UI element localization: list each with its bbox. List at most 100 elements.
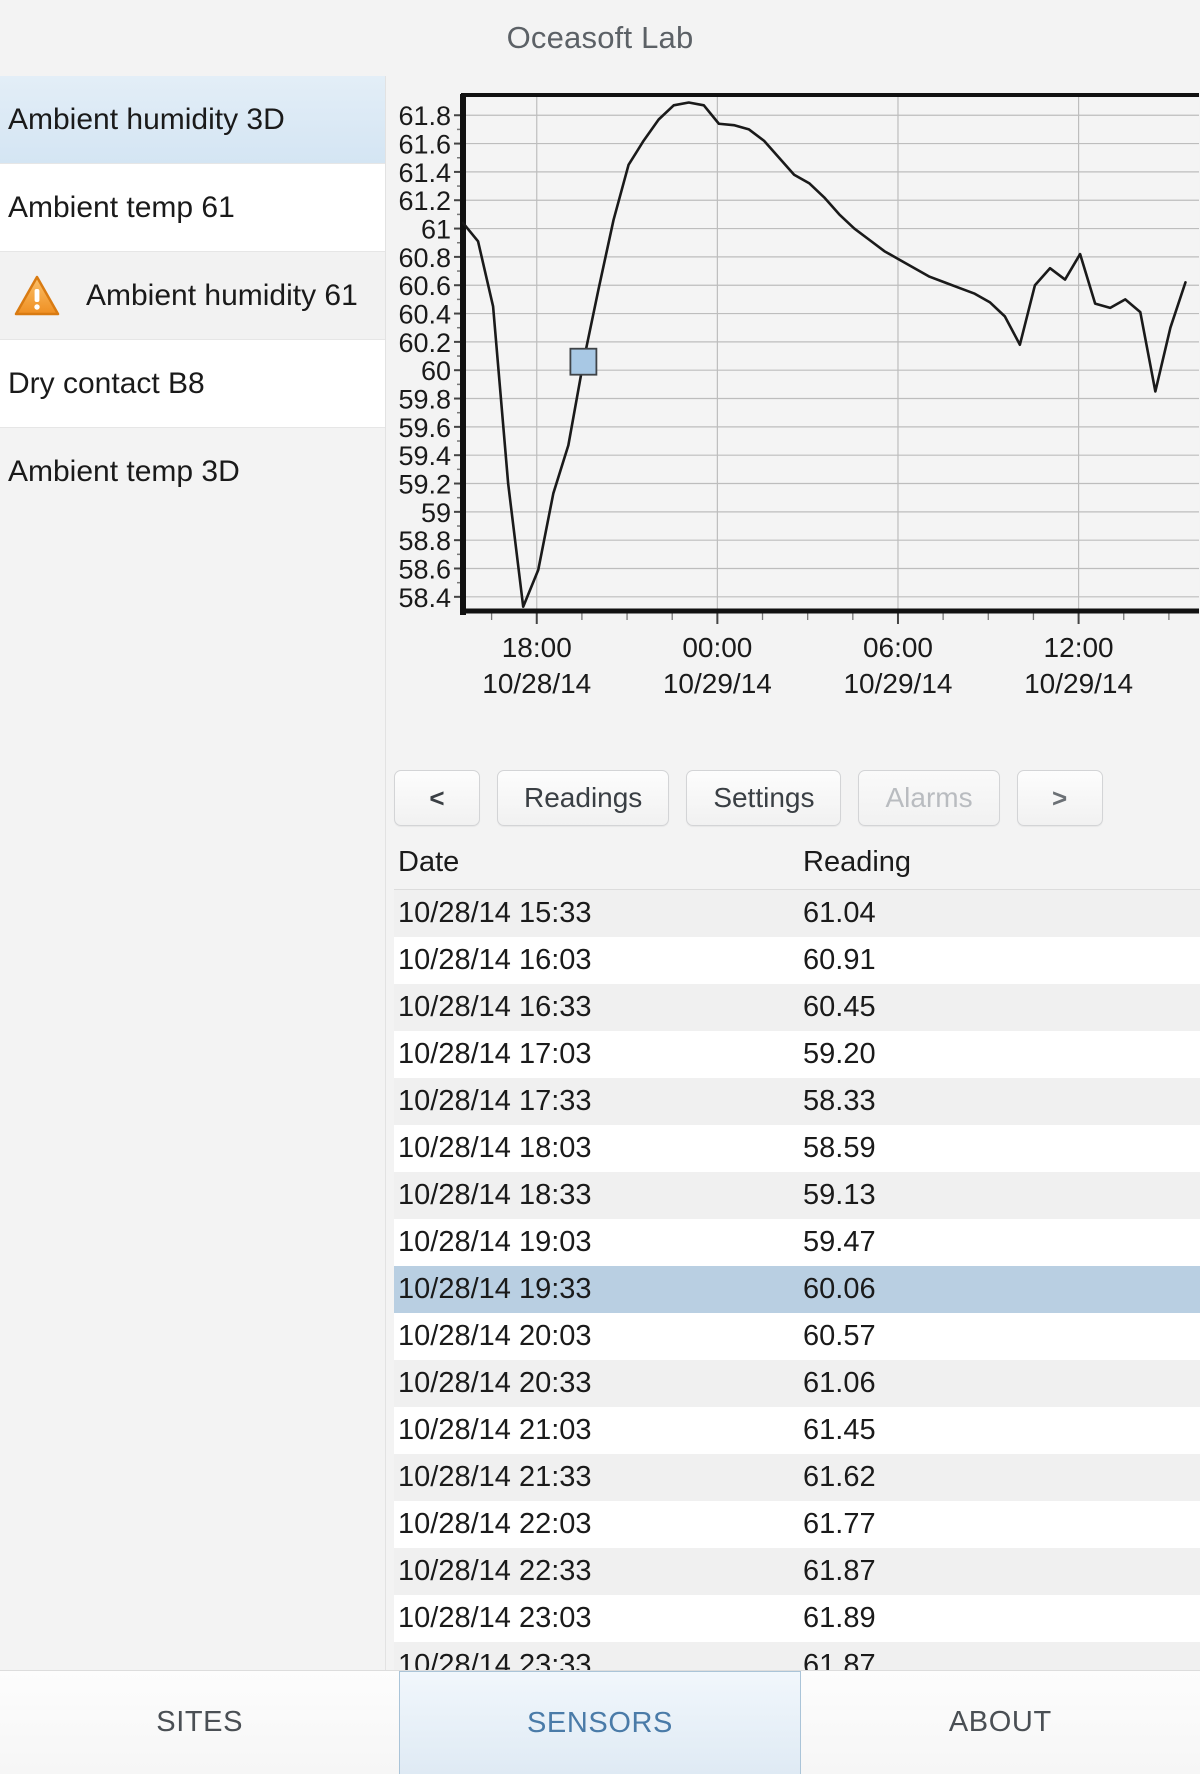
cell-reading: 60.57 (799, 1313, 1200, 1360)
table-row[interactable]: 10/28/14 21:03 61.45 (394, 1407, 1200, 1454)
cell-reading: 58.33 (799, 1078, 1200, 1125)
page-title: Oceasoft Lab (506, 20, 694, 55)
cell-reading: 59.13 (799, 1172, 1200, 1219)
chart-xtick-date: 10/29/14 (1024, 668, 1133, 699)
chart-ytick-label: 61.6 (398, 130, 451, 160)
cell-reading: 61.77 (799, 1501, 1200, 1548)
next-button[interactable]: > (1016, 770, 1103, 826)
chart-svg[interactable]: 58.458.658.85959.259.459.659.86060.260.4… (386, 88, 1200, 754)
tab-label: SENSORS (526, 1706, 673, 1739)
chart-xtick-date: 10/29/14 (843, 668, 952, 699)
sidebar-item-ambient-temp-61[interactable]: Ambient temp 61 (0, 164, 385, 252)
tab-about[interactable]: ABOUT (800, 1671, 1200, 1774)
table-row[interactable]: 10/28/14 20:03 60.57 (394, 1313, 1200, 1360)
sidebar-item-ambient-humidity-3d[interactable]: Ambient humidity 3D (0, 76, 385, 164)
chart-ytick-label: 59 (421, 498, 451, 528)
table-row[interactable]: 10/28/14 15:33 61.04 (394, 889, 1200, 937)
cell-date: 10/28/14 22:03 (394, 1501, 799, 1548)
chart-ytick-label: 59.2 (398, 470, 451, 500)
chart-ytick-label: 58.6 (398, 555, 451, 585)
chart-ytick-label: 60.6 (398, 271, 451, 301)
table-row[interactable]: 10/28/14 22:33 61.87 (394, 1548, 1200, 1595)
table-row[interactable]: 10/28/14 22:03 61.77 (394, 1501, 1200, 1548)
cell-date: 10/28/14 23:33 (394, 1642, 799, 1670)
table-row[interactable]: 10/28/14 16:33 60.45 (394, 984, 1200, 1031)
chart-ytick-label: 59.4 (398, 441, 451, 471)
cell-date: 10/28/14 21:33 (394, 1454, 799, 1501)
alarms-button[interactable]: Alarms (858, 770, 1000, 826)
chart-ytick-label: 58.8 (398, 526, 451, 556)
cell-reading: 60.45 (799, 984, 1200, 1031)
app-root: Oceasoft Lab Ambient humidity 3D Ambient … (0, 0, 1200, 1774)
cell-reading: 61.04 (799, 889, 1200, 937)
column-header-reading[interactable]: Reading (799, 840, 1200, 890)
reading-chart[interactable]: 58.4 58.6 58.8 59 59.2 59.4 59.6 59.8 60 60.2 60.4… (386, 76, 1200, 756)
bottom-tab-bar: SITES SENSORS ABOUT (0, 1670, 1200, 1774)
chart-ytick-label: 60.2 (398, 328, 451, 358)
title-bar: Oceasoft Lab (0, 0, 1200, 76)
column-header-date[interactable]: Date (394, 840, 799, 890)
chart-ytick-label: 61.2 (398, 186, 451, 216)
cell-date: 10/28/14 16:33 (394, 984, 799, 1031)
tab-sites[interactable]: SITES (0, 1671, 400, 1774)
cell-date: 10/28/14 16:03 (394, 937, 799, 984)
cell-reading: 59.20 (799, 1031, 1200, 1078)
chart-xtick-time: 12:00 (1044, 632, 1114, 663)
table-row[interactable]: 10/28/14 18:03 58.59 (394, 1125, 1200, 1172)
chart-ytick-label: 60.4 (398, 300, 451, 330)
table-row[interactable]: 10/28/14 23:33 61.87 (394, 1642, 1200, 1670)
table-header-row: Date Reading (394, 840, 1200, 890)
chart-selected-marker[interactable] (569, 347, 598, 376)
alarm-warning-icon (14, 275, 60, 317)
readings-table-container[interactable]: Date Reading 10/28/14 15:33 61.04 10/28/14… (386, 840, 1200, 1670)
chart-ytick-label: 61.8 (398, 101, 451, 131)
sidebar-item-label: Dry contact B8 (8, 366, 205, 400)
chart-ytick-label: 59.8 (398, 385, 451, 415)
readings-table: Date Reading 10/28/14 15:33 61.04 10/28/14… (394, 840, 1200, 1670)
table-row[interactable]: 10/28/14 17:33 58.33 (394, 1078, 1200, 1125)
readings-button[interactable]: Readings (497, 770, 670, 826)
chart-xtick-date: 10/28/14 (482, 668, 591, 699)
sidebar-item-dry-contact-b8[interactable]: Dry contact B8 (0, 340, 385, 428)
body-container: Ambient humidity 3D Ambient temp 61 Ambien… (0, 76, 1200, 1670)
table-row[interactable]: 10/28/14 19:33 60.06 (394, 1266, 1200, 1313)
cell-reading: 61.87 (799, 1642, 1200, 1670)
tab-label: ABOUT (948, 1706, 1052, 1738)
chart-ytick-label: 61 (421, 215, 451, 245)
table-row[interactable]: 10/28/14 18:33 59.13 (394, 1172, 1200, 1219)
table-row[interactable]: 10/28/14 16:03 60.91 (394, 937, 1200, 984)
sidebar-item-label: Ambient temp 3D (8, 455, 240, 488)
sidebar-item-label: Ambient temp 61 (8, 190, 235, 224)
sidebar-item-ambient-humidity-61[interactable]: Ambient humidity 61 (0, 252, 385, 340)
cell-date: 10/28/14 19:03 (394, 1219, 799, 1266)
sidebar-item-label: Ambient humidity 61 (86, 278, 358, 312)
cell-date: 10/28/14 20:33 (394, 1360, 799, 1407)
cell-reading: 60.06 (799, 1266, 1200, 1313)
chart-xtick-time: 18:00 (502, 632, 572, 663)
prev-button[interactable]: < (394, 770, 480, 826)
chart-ytick-label: 60 (421, 356, 451, 386)
detail-panel: 58.4 58.6 58.8 59 59.2 59.4 59.6 59.8 60 60.2 60.4… (386, 76, 1200, 1670)
table-row[interactable]: 10/28/14 19:03 59.47 (394, 1219, 1200, 1266)
cell-reading: 61.89 (799, 1595, 1200, 1642)
cell-reading: 61.62 (799, 1454, 1200, 1501)
sidebar-item-ambient-temp-3d[interactable]: Ambient temp 3D (0, 428, 385, 516)
cell-reading: 61.45 (799, 1407, 1200, 1454)
cell-date: 10/28/14 18:33 (394, 1172, 799, 1219)
chart-xtick-time: 06:00 (863, 632, 933, 663)
tab-sensors[interactable]: SENSORS (399, 1671, 801, 1774)
table-row[interactable]: 10/28/14 21:33 61.62 (394, 1454, 1200, 1501)
chart-toolbar: < Readings Settings Alarms > (386, 756, 1200, 840)
chart-ytick-label: 59.6 (398, 413, 451, 443)
cell-date: 10/28/14 17:03 (394, 1031, 799, 1078)
cell-reading: 60.91 (799, 937, 1200, 984)
table-row[interactable]: 10/28/14 17:03 59.20 (394, 1031, 1200, 1078)
cell-date: 10/28/14 23:03 (394, 1595, 799, 1642)
cell-reading: 61.87 (799, 1548, 1200, 1595)
table-row[interactable]: 10/28/14 23:03 61.89 (394, 1595, 1200, 1642)
chart-ytick-label: 58.4 (398, 583, 451, 613)
sensor-list: Ambient humidity 3D Ambient temp 61 Ambien… (0, 76, 386, 1670)
settings-button[interactable]: Settings (686, 770, 842, 826)
chart-xtick-date: 10/29/14 (663, 668, 772, 699)
table-row[interactable]: 10/28/14 20:33 61.06 (394, 1360, 1200, 1407)
